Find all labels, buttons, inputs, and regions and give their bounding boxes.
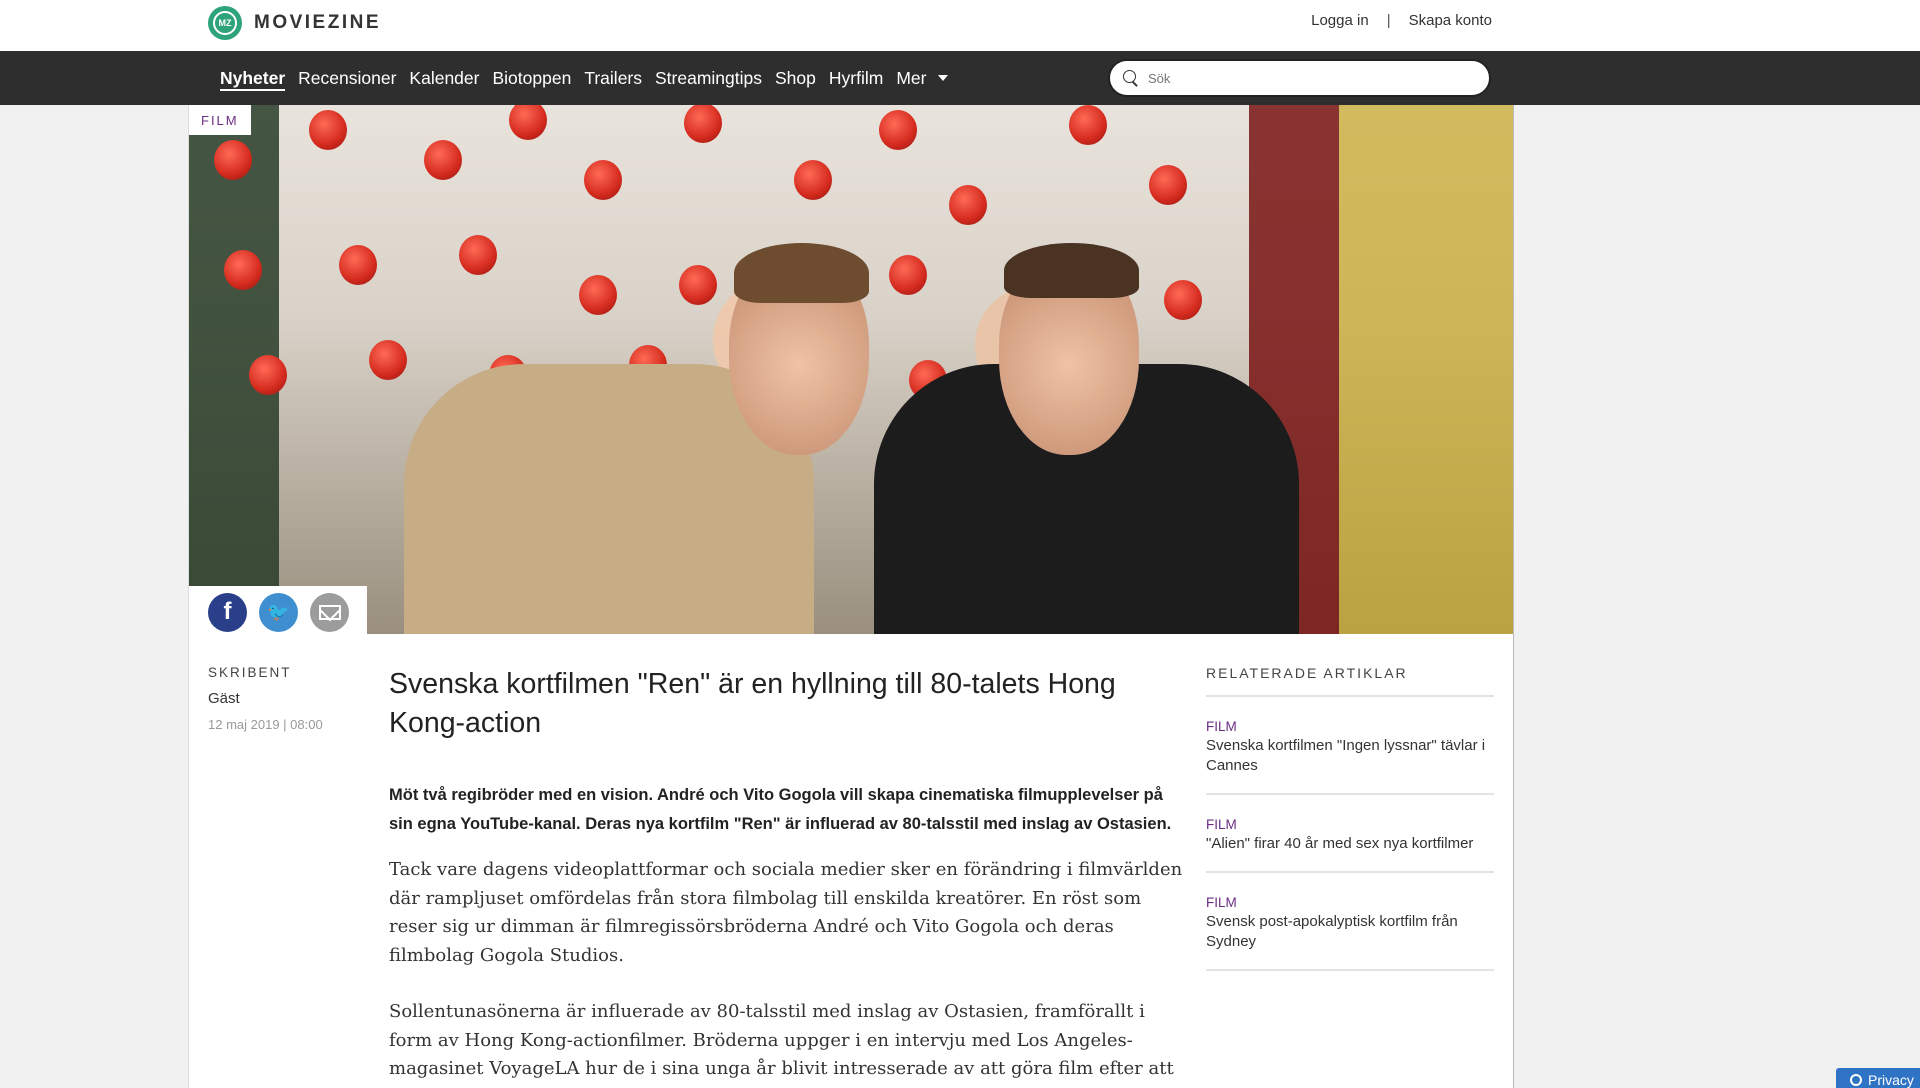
login-link[interactable]: Logga in [1311, 12, 1369, 29]
lantern [459, 235, 497, 275]
top-header: MZ MOVIEZINE Logga in | Skapa konto [0, 0, 1920, 51]
lantern [889, 255, 927, 295]
lantern [214, 140, 252, 180]
account-links: Logga in | Skapa konto [1311, 12, 1492, 29]
logo-badge-text: MZ [218, 18, 232, 28]
related-heading: RELATERADE ARTIKLAR [1206, 665, 1494, 697]
lantern [679, 265, 717, 305]
related-item[interactable]: FILM Svenska kortfilmen "Ingen lyssnar" … [1206, 697, 1494, 795]
author-label: SKRIBENT [208, 665, 292, 680]
article-lead: Möt två regibröder med en vision. André … [389, 786, 1172, 833]
nav-item-shop[interactable]: Shop [775, 51, 816, 105]
nav-item-trailers[interactable]: Trailers [584, 51, 642, 105]
author-info: SKRIBENT Gäst 12 maj 2019 | 08:00 [208, 665, 358, 732]
search-icon [1122, 69, 1140, 87]
author-name[interactable]: Gäst [208, 690, 358, 707]
nav-item-kalender[interactable]: Kalender [409, 51, 479, 105]
article-container: FILM f 🐦 SKRIBENT Gäst 12 maj 2019 | 08:… [189, 105, 1513, 1088]
article-paragraph: Tack vare dagens videoplattformar och so… [389, 859, 1183, 966]
nav-item-recensioner[interactable]: Recensioner [298, 51, 396, 105]
category-tag[interactable]: FILM [189, 105, 251, 135]
site-logo[interactable]: MZ MOVIEZINE [208, 5, 381, 41]
lantern [584, 160, 622, 200]
privacy-button[interactable]: Privacy [1836, 1068, 1920, 1088]
logo-text: MOVIEZINE [254, 12, 382, 33]
related-item-category: FILM [1206, 817, 1237, 832]
lantern [1164, 280, 1202, 320]
lantern [879, 110, 917, 150]
envelope-icon [318, 604, 341, 620]
article-text: Tack vare dagens videoplattformar och so… [389, 856, 1189, 1088]
related-item[interactable]: FILM "Alien" firar 40 år med sex nya kor… [1206, 795, 1494, 873]
privacy-label: Privacy [1868, 1072, 1914, 1088]
nav-items: Nyheter Recensioner Kalender Biotoppen T… [220, 51, 949, 105]
hair-right [1004, 243, 1139, 298]
article-paragraph: Sollentunasönerna är influerade av 80-ta… [389, 1001, 1174, 1088]
article-title: Svenska kortfilmen "Ren" är en hyllning … [389, 668, 1116, 739]
hair-left [734, 243, 869, 303]
nav-item-hyrfilm[interactable]: Hyrfilm [829, 51, 883, 105]
search-input[interactable] [1148, 70, 1468, 86]
lantern [224, 250, 262, 290]
related-articles: RELATERADE ARTIKLAR FILM Svenska kortfil… [1206, 665, 1494, 971]
related-item-title[interactable]: Svenska kortfilmen "Ingen lyssnar" tävla… [1206, 736, 1494, 776]
lantern [309, 110, 347, 150]
nav-item-streamingtips[interactable]: Streamingtips [655, 51, 762, 105]
mail-icon[interactable] [310, 592, 349, 632]
logo-badge-icon: MZ [208, 6, 242, 40]
nav-item-biotoppen[interactable]: Biotoppen [492, 51, 571, 105]
lantern [579, 275, 617, 315]
lantern [1069, 105, 1107, 145]
lantern [424, 140, 462, 180]
lantern [249, 355, 287, 395]
facebook-icon[interactable]: f [208, 592, 247, 632]
share-buttons: f 🐦 [189, 586, 367, 638]
chevron-down-icon [938, 75, 949, 81]
related-item-title[interactable]: "Alien" firar 40 år med sex nya kortfilm… [1206, 834, 1494, 854]
related-item[interactable]: FILM Svensk post-apokalyptisk kortfilm f… [1206, 873, 1494, 971]
twitter-icon[interactable]: 🐦 [259, 592, 298, 632]
related-item-category: FILM [1206, 895, 1237, 910]
gear-icon [1850, 1074, 1862, 1086]
lantern [1149, 165, 1187, 205]
nav-item-nyheter[interactable]: Nyheter [220, 51, 286, 105]
lantern [339, 245, 377, 285]
related-item-title[interactable]: Svensk post-apokalyptisk kortfilm från S… [1206, 912, 1494, 952]
main-nav: Nyheter Recensioner Kalender Biotoppen T… [0, 51, 1920, 105]
publish-date: 12 maj 2019 | 08:00 [208, 717, 323, 732]
signup-link[interactable]: Skapa konto [1409, 12, 1492, 29]
search-box[interactable] [1108, 59, 1491, 97]
nav-item-mer-label: Mer [896, 67, 927, 88]
hero-image [189, 105, 1513, 634]
related-item-category: FILM [1206, 719, 1237, 734]
account-separator: | [1386, 12, 1391, 29]
article-body: Svenska kortfilmen "Ren" är en hyllning … [389, 665, 1189, 1088]
lantern [369, 340, 407, 380]
lantern [794, 160, 832, 200]
lantern [949, 185, 987, 225]
nav-item-mer[interactable]: Mer [896, 51, 949, 105]
